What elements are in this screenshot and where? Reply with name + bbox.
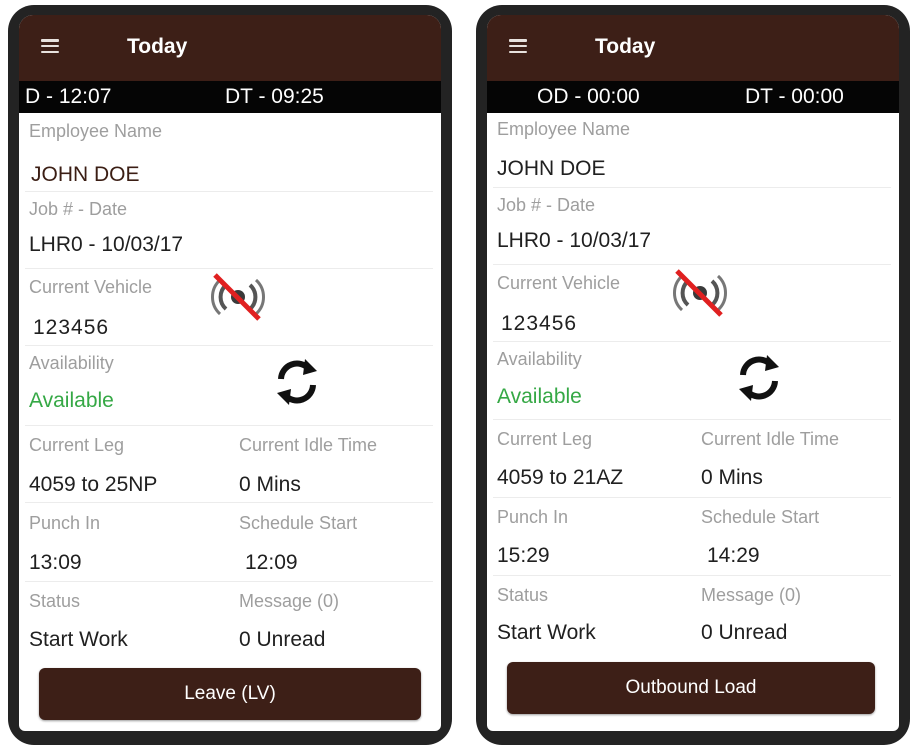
phone-screen: Today OD - 00:00 DT - 00:00 Employee Nam… [487,15,899,731]
current-leg-value: 4059 to 21AZ [497,466,624,489]
divider [493,341,891,342]
no-signal-icon[interactable] [671,267,729,319]
divider [493,497,891,498]
employee-name-label: Employee Name [29,121,163,141]
punch-in-label: Punch In [29,513,101,533]
app-bar: Today [19,15,441,81]
sync-icon[interactable] [271,357,323,407]
punch-in-value: 13:09 [29,551,82,574]
punch-in-label: Punch In [497,507,569,527]
divider [25,191,433,192]
hamburger-icon[interactable] [41,39,59,53]
phone-right: Today OD - 00:00 DT - 00:00 Employee Nam… [476,5,910,745]
job-date-value: LHR0 - 10/03/17 [497,229,652,252]
schedule-start-label: Schedule Start [701,507,820,527]
message-label: Message (0) [239,591,340,611]
divider [25,345,433,346]
divider [493,187,891,188]
sync-icon[interactable] [733,353,785,403]
status-label: Status [497,585,549,605]
punch-in-value: 15:29 [497,544,550,567]
employee-name-value: JOHN DOE [31,163,140,186]
page-title: Today [595,35,656,58]
current-leg-value: 4059 to 25NP [29,473,158,496]
phone-left: Today D - 12:07 DT - 09:25 Employee Name… [8,5,452,745]
no-signal-icon[interactable] [209,271,267,323]
dt-time: DT - 00:00 [745,85,844,108]
current-idle-time-label: Current Idle Time [701,429,840,449]
dt-time: DT - 09:25 [225,85,324,108]
current-idle-time-value: 0 Mins [239,473,301,496]
availability-value: Available [29,389,114,412]
current-vehicle-label: Current Vehicle [497,273,621,293]
page-title: Today [127,35,188,58]
schedule-start-value: 14:29 [707,544,760,567]
availability-label: Availability [29,353,114,373]
current-leg-label: Current Leg [29,435,125,455]
availability-value: Available [497,385,582,408]
employee-name-label: Employee Name [497,119,631,139]
status-value: Start Work [497,621,596,644]
current-vehicle-value: 123456 [33,316,110,339]
message-value: 0 Unread [239,628,326,651]
od-time: OD - 00:00 [537,85,640,108]
divider [25,502,433,503]
app-bar: Today [487,15,899,81]
current-vehicle-label: Current Vehicle [29,277,153,297]
hamburger-icon[interactable] [509,39,527,53]
phone-screen: Today D - 12:07 DT - 09:25 Employee Name… [19,15,441,731]
job-date-label: Job # - Date [497,195,596,215]
time-bar: OD - 00:00 DT - 00:00 [487,81,899,113]
status-value: Start Work [29,628,128,651]
current-idle-time-value: 0 Mins [701,466,763,489]
time-bar: D - 12:07 DT - 09:25 [19,81,441,113]
outbound-load-button[interactable]: Outbound Load [507,662,875,714]
status-label: Status [29,591,81,611]
availability-label: Availability [497,349,582,369]
job-date-value: LHR0 - 10/03/17 [29,233,184,256]
current-idle-time-label: Current Idle Time [239,435,378,455]
divider [493,419,891,420]
divider [25,581,433,582]
divider [493,575,891,576]
divider [25,425,433,426]
employee-name-value: JOHN DOE [497,157,606,180]
message-value: 0 Unread [701,621,788,644]
leave-button[interactable]: Leave (LV) [39,668,421,720]
od-time: D - 12:07 [25,85,112,108]
divider [25,268,433,269]
current-vehicle-value: 123456 [501,312,578,335]
current-leg-label: Current Leg [497,429,593,449]
divider [493,264,891,265]
job-date-label: Job # - Date [29,199,128,219]
schedule-start-label: Schedule Start [239,513,358,533]
schedule-start-value: 12:09 [245,551,298,574]
message-label: Message (0) [701,585,802,605]
